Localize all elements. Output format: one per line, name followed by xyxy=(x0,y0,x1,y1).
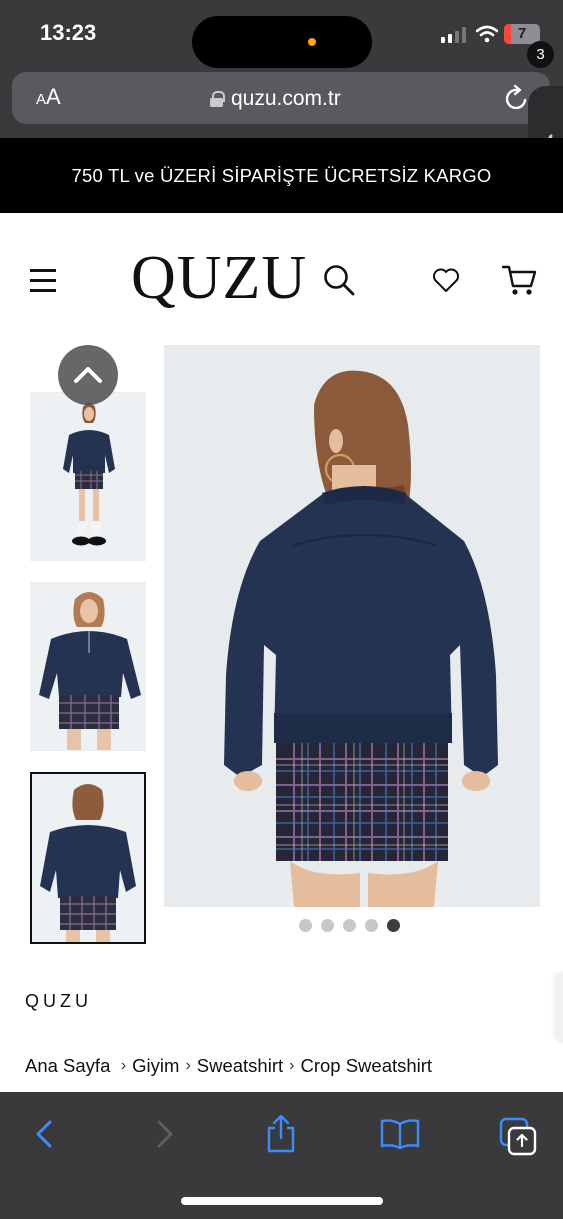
site-header: QUZU xyxy=(0,213,563,343)
cellular-signal-icon xyxy=(441,27,469,43)
breadcrumb-separator: › xyxy=(116,1057,127,1074)
carousel-dot[interactable] xyxy=(387,919,400,932)
text-size-button[interactable]: AA xyxy=(36,84,61,110)
wifi-icon xyxy=(476,25,498,43)
tabs-icon[interactable] xyxy=(498,1116,538,1158)
thumbnail-front-full[interactable] xyxy=(30,392,146,561)
back-arrow-icon[interactable] xyxy=(33,1119,55,1149)
cart-count-badge[interactable]: 3 xyxy=(527,41,554,68)
thumbnail-front-close[interactable] xyxy=(30,582,146,751)
url-text: quzu.com.tr xyxy=(231,87,341,110)
search-icon[interactable] xyxy=(322,263,356,297)
promo-banner[interactable]: 750 TL ve ÜZERİ SİPARİŞTE ÜCRETSİZ KARGO xyxy=(0,138,563,213)
thumbnails-scroll-up-button[interactable] xyxy=(58,345,118,405)
carousel-dot[interactable] xyxy=(343,919,356,932)
carousel-dot[interactable] xyxy=(365,919,378,932)
home-indicator xyxy=(181,1197,383,1205)
reload-icon[interactable] xyxy=(504,84,530,112)
lock-icon xyxy=(210,91,225,107)
main-product-image[interactable] xyxy=(164,345,540,907)
carousel-dot[interactable] xyxy=(321,919,334,932)
breadcrumb-item[interactable]: Ana Sayfa xyxy=(25,1055,110,1077)
bookmarks-icon[interactable] xyxy=(380,1118,420,1150)
cart-icon[interactable] xyxy=(502,263,538,297)
carousel-dot[interactable] xyxy=(299,919,312,932)
breadcrumb: Ana Sayfa › Giyim › Sweatshirt › Crop Sw… xyxy=(25,1055,432,1077)
breadcrumb-item[interactable]: Sweatshirt xyxy=(197,1055,283,1077)
camera-indicator-dot xyxy=(308,38,316,46)
share-icon[interactable] xyxy=(265,1114,297,1154)
hamburger-icon[interactable] xyxy=(30,269,56,292)
status-time: 13:23 xyxy=(40,20,97,45)
url-field[interactable]: quzu.com.tr xyxy=(210,86,341,112)
dynamic-island xyxy=(192,16,372,68)
address-bar[interactable]: AA quzu.com.tr xyxy=(12,72,550,124)
forward-arrow-icon[interactable] xyxy=(154,1119,176,1149)
breadcrumb-item: Crop Sweatshirt xyxy=(300,1055,433,1076)
carousel-dots xyxy=(299,919,400,932)
thumbnail-back[interactable] xyxy=(30,772,146,944)
breadcrumb-separator: › xyxy=(185,1057,191,1074)
browser-top-chrome: 13:23 7 AA quzu.com.tr xyxy=(0,0,563,138)
product-brand[interactable]: QUZU xyxy=(25,991,92,1012)
breadcrumb-separator: › xyxy=(289,1057,295,1074)
heart-icon[interactable] xyxy=(432,267,460,293)
breadcrumb-item[interactable]: Giyim xyxy=(132,1055,179,1077)
floating-widget-edge[interactable] xyxy=(556,972,563,1042)
site-logo[interactable]: QUZU xyxy=(131,243,307,313)
chevron-up-icon xyxy=(74,367,102,383)
